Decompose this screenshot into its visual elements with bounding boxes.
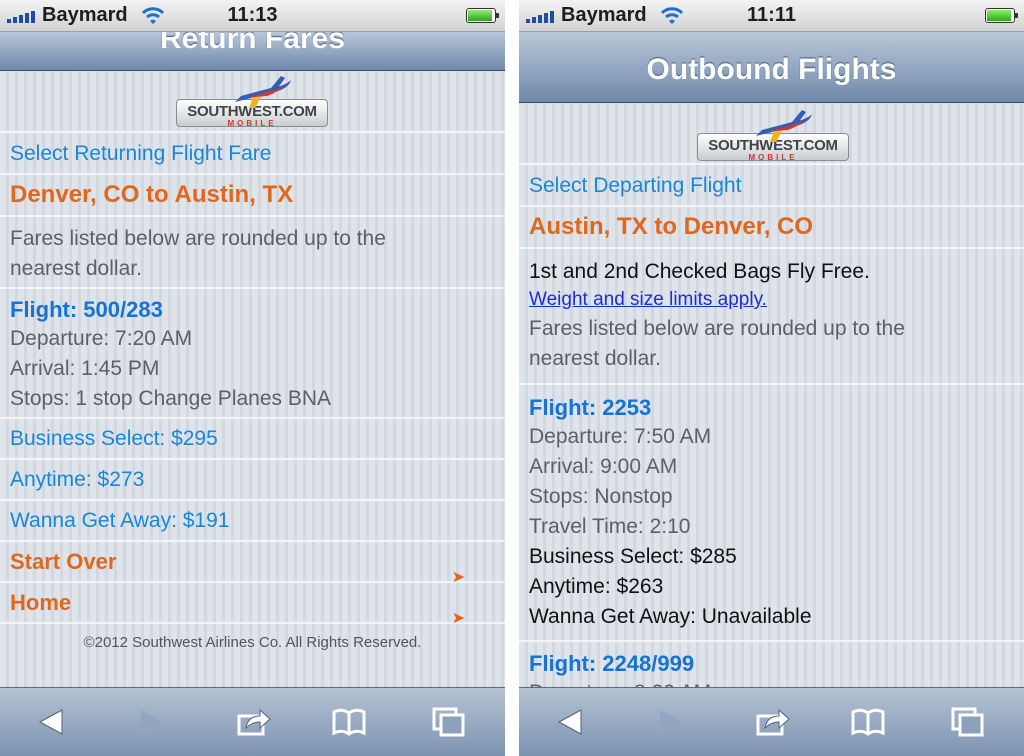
flight-title[interactable]: Flight: 2253 <box>529 394 1014 422</box>
bookmarks-icon[interactable] <box>331 706 367 738</box>
home-row[interactable]: Home ➤ <box>0 583 505 627</box>
start-over-link[interactable]: Start Over <box>10 549 116 574</box>
fare-row: Anytime: $273 <box>0 460 505 501</box>
browser-toolbar <box>519 687 1024 756</box>
flight-stops: Stops: 1 stop Change Planes BNA <box>10 387 332 410</box>
page-title: Return Fares <box>0 32 505 71</box>
back-arrow-icon[interactable] <box>34 706 70 738</box>
chevron-right-icon: ➤ <box>451 610 465 627</box>
fare-note-line1: Fares listed below are rounded up to the <box>529 317 905 340</box>
flight-title[interactable]: Flight: 2248/999 <box>529 650 1014 678</box>
checked-bags-text: 1st and 2nd Checked Bags Fly Free. <box>529 260 870 283</box>
flight-details[interactable]: Flight: 2253 Departure: 7:50 AM Arrival:… <box>519 385 1024 642</box>
bookmarks-icon[interactable] <box>850 706 886 738</box>
flight-details: Flight: 500/283 Departure: 7:20 AM Arriv… <box>0 289 505 419</box>
status-bar: Baymard 11:13 <box>0 0 505 32</box>
page-title: Outbound Flights <box>519 32 1024 103</box>
battery-icon <box>466 8 499 23</box>
anytime-fare-link[interactable]: Anytime: $273 <box>10 468 144 491</box>
bags-and-note-row: 1st and 2nd Checked Bags Fly Free. Weigh… <box>519 249 1024 385</box>
page-content: SOUTHWEST.COM MOBILE Select Departing Fl… <box>519 103 1024 687</box>
forward-arrow-icon[interactable] <box>652 706 688 738</box>
weight-limits-link-wrap: Weight and size limits apply. <box>529 287 1014 314</box>
browser-toolbar <box>0 687 505 756</box>
status-bar: Baymard 11:11 <box>519 0 1024 32</box>
business-select-fare: Business Select: $285 <box>529 545 737 568</box>
fare-row: Wanna Get Away: $191 <box>0 501 505 542</box>
share-icon[interactable] <box>236 706 272 738</box>
logo-row: SOUTHWEST.COM MOBILE <box>0 71 505 133</box>
flight-details[interactable]: Flight: 2248/999 Departure: 8:00 AM <box>519 642 1024 687</box>
logo-subtext: MOBILE <box>748 153 798 162</box>
fare-row: Business Select: $295 <box>0 419 505 460</box>
select-returning-flight-link-row: Select Returning Flight Fare <box>0 133 505 175</box>
status-time: 11:13 <box>227 4 278 26</box>
select-returning-flight-link[interactable]: Select Returning Flight Fare <box>10 142 271 165</box>
fare-note-line1: Fares listed below are rounded up to the <box>10 227 386 250</box>
start-over-row[interactable]: Start Over ➤ <box>0 542 505 586</box>
route-row: Denver, CO to Austin, TX <box>0 175 505 217</box>
flight-departure: Departure: 8:00 AM <box>529 678 1014 687</box>
share-icon[interactable] <box>755 706 791 738</box>
back-arrow-icon[interactable] <box>553 706 589 738</box>
fare-note-line2: nearest dollar. <box>529 347 661 370</box>
left-phone-screen: Baymard 11:13 Return Fares SOUTHWEST.COM… <box>0 0 505 756</box>
battery-icon <box>985 8 1018 23</box>
flight-departure: Departure: 7:50 AM <box>529 425 712 448</box>
southwest-logo[interactable]: SOUTHWEST.COM MOBILE <box>176 76 328 128</box>
flight-stops: Stops: Nonstop <box>529 485 673 508</box>
route-heading: Denver, CO to Austin, TX <box>10 181 294 208</box>
route-row: Austin, TX to Denver, CO <box>519 207 1024 249</box>
flight-travel-time: Travel Time: 2:10 <box>529 515 691 538</box>
flight-title: Flight: 500/283 <box>10 297 163 322</box>
wanna-get-away-fare-link[interactable]: Wanna Get Away: $191 <box>10 509 229 532</box>
flight-departure: Departure: 7:20 AM <box>10 327 193 350</box>
select-departing-flight-link-row: Select Departing Flight <box>519 165 1024 207</box>
weight-limits-link[interactable]: Weight and size limits apply. <box>529 289 767 310</box>
select-departing-flight-link[interactable]: Select Departing Flight <box>529 174 741 197</box>
business-select-fare-link[interactable]: Business Select: $295 <box>10 427 218 450</box>
status-time: 11:11 <box>747 4 796 26</box>
logo-row: SOUTHWEST.COM MOBILE <box>519 103 1024 165</box>
flight-arrival: Arrival: 9:00 AM <box>529 455 678 478</box>
tabs-icon[interactable] <box>431 706 467 738</box>
fare-note-line2: nearest dollar. <box>10 257 142 280</box>
tabs-icon[interactable] <box>950 706 986 738</box>
home-link[interactable]: Home <box>10 590 71 615</box>
fare-note-row: Fares listed below are rounded up to the… <box>0 217 505 289</box>
logo-subtext: MOBILE <box>227 119 277 128</box>
airplane-logo-icon <box>235 76 291 108</box>
page-content: SOUTHWEST.COM MOBILE Select Returning Fl… <box>0 71 505 687</box>
flight-arrival: Arrival: 1:45 PM <box>10 357 160 380</box>
wanna-get-away-fare: Wanna Get Away: Unavailable <box>529 605 812 628</box>
forward-arrow-icon[interactable] <box>133 706 169 738</box>
southwest-logo[interactable]: SOUTHWEST.COM MOBILE <box>697 110 849 162</box>
route-heading: Austin, TX to Denver, CO <box>529 213 814 240</box>
copyright-text: ©2012 Southwest Airlines Co. All Rights … <box>83 634 422 651</box>
right-phone-screen: Baymard 11:11 Outbound Flights SOUTHWEST… <box>519 0 1024 756</box>
anytime-fare: Anytime: $263 <box>529 575 664 598</box>
airplane-logo-icon <box>756 110 812 142</box>
